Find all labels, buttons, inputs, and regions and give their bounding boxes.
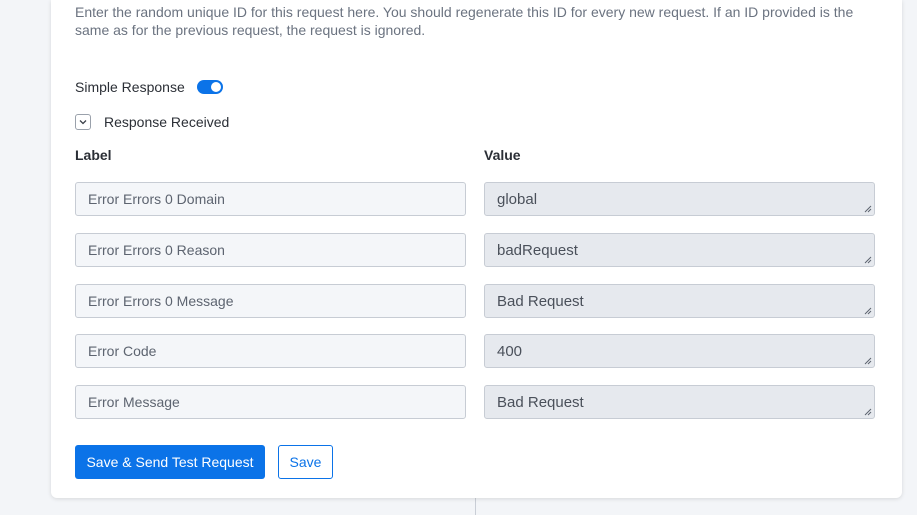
- value-textarea-text: Bad Request: [497, 292, 584, 310]
- label-input-text: Error Errors 0 Domain: [88, 191, 225, 207]
- chevron-down-icon: [79, 120, 87, 125]
- value-textarea-text: badRequest: [497, 241, 578, 259]
- response-received-label: Response Received: [104, 114, 230, 130]
- simple-response-row: Simple Response: [75, 77, 223, 97]
- label-input-text: Error Errors 0 Reason: [88, 242, 225, 258]
- collapse-toggle-button[interactable]: [75, 114, 91, 130]
- help-text: Enter the random unique ID for this requ…: [75, 4, 854, 38]
- toggle-knob: [210, 82, 221, 92]
- label-input-text: Error Errors 0 Message: [88, 293, 234, 309]
- value-textarea[interactable]: Bad Request: [484, 385, 875, 419]
- label-input-text: Error Code: [88, 343, 157, 359]
- value-textarea[interactable]: global: [484, 182, 875, 216]
- save-and-send-test-request-button[interactable]: Save & Send Test Request: [75, 445, 265, 479]
- value-textarea[interactable]: Bad Request: [484, 284, 875, 318]
- response-received-row: Response Received: [75, 113, 229, 131]
- label-input[interactable]: Error Errors 0 Domain: [75, 182, 466, 216]
- simple-response-label: Simple Response: [75, 79, 185, 95]
- label-column-header: Label: [75, 147, 112, 163]
- response-settings-card: Enter the random unique ID for this requ…: [51, 0, 902, 498]
- resize-handle-icon[interactable]: [864, 357, 872, 365]
- label-input[interactable]: Error Errors 0 Reason: [75, 233, 466, 267]
- label-input[interactable]: Error Message: [75, 385, 466, 419]
- label-input-text: Error Message: [88, 394, 180, 410]
- resize-handle-icon[interactable]: [864, 307, 872, 315]
- resize-handle-icon[interactable]: [864, 256, 872, 264]
- simple-response-toggle[interactable]: [196, 80, 223, 94]
- value-textarea-text: Bad Request: [497, 393, 584, 411]
- resize-handle-icon[interactable]: [864, 408, 872, 416]
- save-button[interactable]: Save: [278, 445, 333, 479]
- label-input[interactable]: Error Errors 0 Message: [75, 284, 466, 318]
- value-textarea-text: 400: [497, 342, 523, 360]
- value-textarea-text: global: [497, 190, 538, 208]
- value-column-header: Value: [484, 147, 521, 163]
- value-textarea[interactable]: 400: [484, 334, 875, 368]
- value-textarea[interactable]: badRequest: [484, 233, 875, 267]
- divider-line: [475, 498, 476, 515]
- label-input[interactable]: Error Code: [75, 334, 466, 368]
- resize-handle-icon[interactable]: [864, 205, 872, 213]
